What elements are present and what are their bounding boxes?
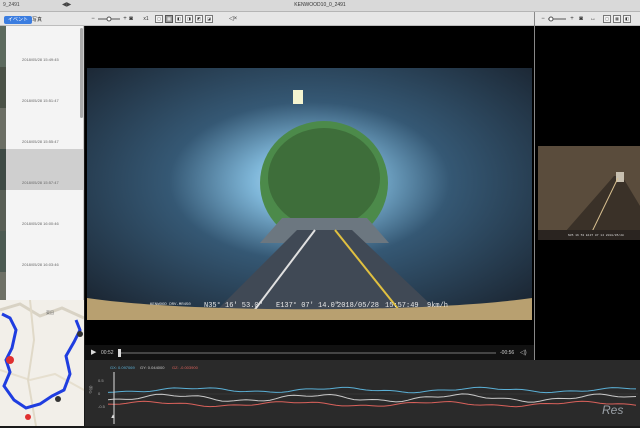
rear-camera-video: N35 16 53 E137 07 14 2018/05/28 bbox=[538, 146, 640, 240]
seek-handle[interactable] bbox=[118, 349, 121, 357]
clip-thumbnail bbox=[0, 190, 6, 231]
mute-icon[interactable]: ◁× bbox=[229, 15, 237, 23]
clip-time: 2018/05/28 15:49:45 bbox=[22, 57, 59, 62]
clip-time: 2018/05/28 16:03:46 bbox=[22, 262, 59, 267]
layout-dual-icon[interactable]: ▦ bbox=[165, 15, 173, 23]
tab-photo[interactable]: 写真 bbox=[28, 16, 46, 24]
rear-zoom-slider[interactable] bbox=[547, 15, 567, 23]
zoom-out-button[interactable]: − bbox=[89, 15, 97, 23]
layout-rear-icon[interactable]: ◩ bbox=[195, 15, 203, 23]
clip-list-scrollbar[interactable] bbox=[80, 28, 83, 118]
legend-gz: GZ: -0.003900 bbox=[172, 365, 198, 370]
series-gy bbox=[108, 393, 637, 403]
series-gx bbox=[108, 386, 637, 394]
clip-thumbnail bbox=[0, 149, 6, 190]
watermark: Res bbox=[602, 403, 624, 417]
clip-list: 2018/05/28 15:49:45 2018/05/28 15:51:47 … bbox=[0, 26, 84, 300]
remaining-time: -00:56 bbox=[500, 350, 515, 356]
seek-track[interactable] bbox=[118, 352, 496, 354]
rear-mirror-icon[interactable]: ↔ bbox=[589, 15, 597, 23]
osd-brand: KENWOOD DRV-MR450 bbox=[150, 303, 191, 307]
legend-gx: GX: 0.097069 bbox=[110, 365, 135, 370]
clip-thumbnail bbox=[0, 108, 6, 149]
zoom-slider[interactable] bbox=[97, 15, 121, 23]
osd-speed: 9km/h bbox=[427, 302, 449, 310]
current-position-marker bbox=[6, 356, 14, 364]
clip-time: 2018/05/28 15:55:47 bbox=[22, 139, 59, 144]
window-title: KENWOOD10_0_2491 bbox=[294, 2, 346, 8]
g-sensor-plot bbox=[108, 372, 638, 424]
clip-time: 2018/05/28 15:51:47 bbox=[22, 98, 59, 103]
rear-toolbar: − + ◙ ↔ ▢ ▦ ◧ bbox=[535, 12, 640, 26]
clip-thumbnail bbox=[0, 231, 6, 272]
clip-thumbnail bbox=[0, 67, 6, 108]
layout-split-icon[interactable]: ◨ bbox=[185, 15, 193, 23]
layout-map-icon[interactable]: ◪ bbox=[205, 15, 213, 23]
camera-icon[interactable]: ◙ bbox=[127, 15, 135, 23]
rear-layout-pip-icon[interactable]: ◧ bbox=[623, 15, 631, 23]
clip-time: 2018/05/28 15:57:47 bbox=[22, 180, 59, 185]
svg-text:N35 16 53 E137 07 14 2018/05: N35 16 53 E137 07 14 2018/05/28 bbox=[568, 233, 624, 237]
osd-time: 15:57:49 bbox=[385, 302, 419, 310]
clip-thumbnail bbox=[0, 272, 6, 300]
speed-label[interactable]: x1 bbox=[142, 15, 150, 23]
list-item[interactable] bbox=[0, 272, 83, 300]
rear-camera-icon[interactable]: ◙ bbox=[577, 15, 585, 23]
list-item[interactable]: 2018/05/28 15:51:47 bbox=[0, 67, 83, 108]
rear-zoom-out-button[interactable]: − bbox=[539, 15, 547, 23]
osd-date: 2018/05/28 bbox=[337, 302, 380, 310]
rear-layout-icon[interactable]: ▢ bbox=[603, 15, 611, 23]
map-place-label: 東田 bbox=[46, 310, 54, 315]
route-map bbox=[0, 299, 85, 427]
rear-layout-dual-icon[interactable]: ▦ bbox=[613, 15, 621, 23]
list-item[interactable]: 2018/05/28 16:03:46 bbox=[0, 231, 83, 272]
play-button[interactable]: ▶ bbox=[91, 349, 99, 357]
osd-latitude: N35° 16' 53.0" bbox=[204, 302, 263, 310]
map-view[interactable]: 東田 bbox=[0, 299, 85, 427]
clip-time: 2018/05/28 16:00:46 bbox=[22, 221, 59, 226]
list-item[interactable]: 2018/05/28 16:00:46 bbox=[0, 190, 83, 231]
list-item[interactable]: 2018/05/28 15:49:45 bbox=[0, 26, 83, 67]
osd-longitude: E137° 07' 14.0" bbox=[276, 302, 340, 310]
legend-gy: GY: 0.044000 bbox=[140, 365, 165, 370]
current-time: 00:52 bbox=[101, 350, 114, 356]
y-tick: 0.5 bbox=[98, 378, 104, 383]
series-gz bbox=[108, 400, 637, 408]
list-item-selected[interactable]: 2018/05/28 15:57:47 bbox=[0, 149, 83, 190]
graph-axis-label: G(g) bbox=[87, 385, 93, 394]
title-bar: 9_2491 ◀▶ KENWOOD10_0_2491 bbox=[0, 0, 640, 12]
rear-zoom-in-button[interactable]: + bbox=[568, 15, 576, 23]
y-tick: 0 bbox=[98, 391, 101, 396]
graph-cursor-handle[interactable]: ▲ bbox=[110, 414, 116, 420]
list-item[interactable]: 2018/05/28 15:55:47 bbox=[0, 108, 83, 149]
layout-pip-icon[interactable]: ◧ bbox=[175, 15, 183, 23]
front-camera-video bbox=[87, 68, 532, 320]
layout-single-icon[interactable]: ▢ bbox=[155, 15, 163, 23]
volume-icon[interactable]: ◁) bbox=[520, 349, 527, 356]
y-tick: -0.5 bbox=[98, 404, 105, 409]
clip-thumbnail bbox=[0, 26, 6, 67]
